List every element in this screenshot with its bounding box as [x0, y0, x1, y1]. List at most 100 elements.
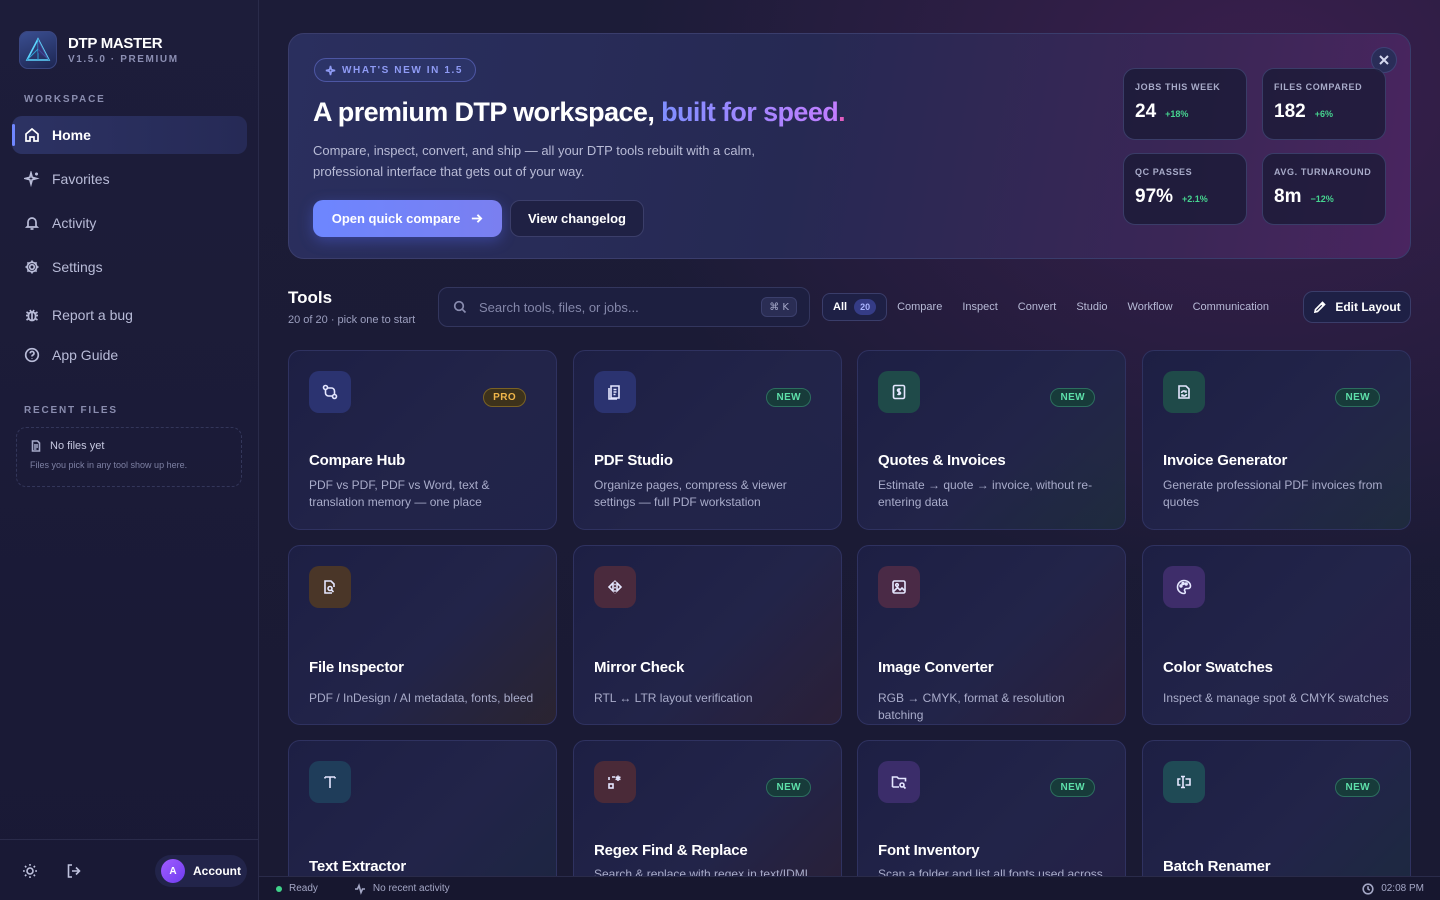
logout-icon[interactable] — [65, 862, 83, 880]
sidebar-item-home[interactable]: Home — [12, 116, 247, 154]
tool-card-quotes-invoices[interactable]: NEW Quotes & Invoices Estimate → quote → i… — [857, 350, 1126, 530]
sidebar-item-favorites[interactable]: Favorites — [12, 160, 247, 198]
card-title: PDF Studio — [594, 452, 673, 469]
document-stack-icon — [594, 371, 636, 413]
stat-value: 8m — [1274, 186, 1302, 207]
card-description: RGB → CMYK, format & resolution batching — [878, 691, 1065, 722]
status-dot — [276, 885, 282, 892]
filter-tabs: All 20 Compare Inspect Convert Studio Wo… — [822, 293, 1279, 321]
status-time: 02:08 PM — [1381, 883, 1424, 894]
gear-icon — [24, 259, 40, 275]
card-description: Scan a folder and list all fonts used ac… — [878, 867, 1103, 876]
card-title: Invoice Generator — [1163, 452, 1288, 469]
status-bar: Ready No recent activity 02:08 PM — [259, 876, 1440, 900]
hero-title: A premium DTP workspace, built for speed… — [313, 97, 846, 128]
open-quick-compare-button[interactable]: Open quick compare — [313, 200, 502, 237]
filter-workflow[interactable]: Workflow — [1118, 293, 1183, 321]
recent-files-label: RECENT FILES — [24, 405, 118, 416]
text-icon — [309, 761, 351, 803]
sparkle-icon — [24, 171, 40, 187]
card-description: RTL ↔ LTR layout verification — [594, 691, 753, 705]
card-description: Estimate → quote → invoice, without re-e… — [878, 478, 1093, 509]
tool-card-regex-find-replace[interactable]: NEW Regex Find & Replace Search & replace … — [573, 740, 842, 876]
card-title: File Inspector — [309, 659, 404, 676]
tool-card-file-inspector[interactable]: File Inspector PDF / InDesign / AI metada… — [288, 545, 557, 725]
card-description: PDF / InDesign / AI metadata, fonts, ble… — [309, 691, 534, 705]
tool-card-image-converter[interactable]: Image Converter RGB → CMYK, format & reso… — [857, 545, 1126, 725]
card-badge: PRO — [483, 388, 526, 407]
sidebar: DTP MASTER V1.5.0 · PREMIUM WORKSPACE Ho… — [0, 0, 259, 900]
filter-compare[interactable]: Compare — [887, 293, 952, 321]
clock-icon — [1362, 882, 1374, 895]
regex-icon — [594, 761, 636, 803]
tools-heading: Tools — [288, 288, 333, 307]
hero-description: Compare, inspect, convert, and ship — al… — [313, 143, 755, 179]
tool-card-mirror-check[interactable]: Mirror Check RTL ↔ LTR layout verificatio… — [573, 545, 842, 725]
stat-label: AVG. TURNAROUND — [1274, 167, 1372, 177]
stat-jobs-this-week: JOBS THIS WEEK 24 +18% — [1123, 68, 1247, 140]
filter-convert[interactable]: Convert — [1008, 293, 1067, 321]
folder-search-icon — [878, 761, 920, 803]
hero-title-end: . — [838, 97, 846, 127]
account-button[interactable]: A Account — [155, 855, 247, 887]
filter-communication[interactable]: Communication — [1183, 293, 1279, 321]
recent-files-empty: No files yet Files you pick in any tool … — [16, 427, 242, 487]
account-label: Account — [193, 864, 241, 878]
sidebar-item-label: Report a bug — [52, 307, 133, 323]
card-description: Inspect & manage spot & CMYK swatches — [1163, 691, 1389, 705]
mirror-icon — [594, 566, 636, 608]
tool-card-text-extractor[interactable]: Text Extractor — [288, 740, 557, 876]
tools-search[interactable]: ⌘ K — [438, 287, 810, 327]
avatar: A — [161, 859, 185, 883]
recent-empty-title: No files yet — [50, 440, 105, 452]
sidebar-item-app-guide[interactable]: App Guide — [12, 336, 247, 374]
stat-value: 24 — [1135, 101, 1157, 122]
dollar-document-icon — [878, 371, 920, 413]
stat-label: FILES COMPARED — [1274, 82, 1363, 92]
filter-studio[interactable]: Studio — [1066, 293, 1117, 321]
card-title: Image Converter — [878, 659, 994, 676]
tool-card-compare-hub[interactable]: PRO Compare Hub PDF vs PDF, PDF vs Word, t… — [288, 350, 557, 530]
hero-title-start: A premium DTP workspace, — [313, 97, 662, 127]
file-search-icon — [309, 566, 351, 608]
sidebar-item-report-bug[interactable]: Report a bug — [12, 296, 247, 334]
brand[interactable]: DTP MASTER V1.5.0 · PREMIUM — [19, 31, 179, 69]
whats-new-pill: WHAT'S NEW IN 1.5 — [314, 58, 477, 82]
pencil-icon — [1314, 301, 1327, 314]
count-badge: 20 — [854, 299, 877, 315]
card-badge: NEW — [766, 388, 811, 407]
sidebar-item-settings[interactable]: Settings — [12, 248, 247, 286]
brand-name: DTP MASTER — [68, 35, 163, 52]
tool-card-color-swatches[interactable]: Color Swatches Inspect & manage spot & CM… — [1142, 545, 1411, 725]
filter-all[interactable]: All 20 — [822, 293, 888, 321]
card-badge: NEW — [1050, 778, 1095, 797]
palette-icon — [1163, 566, 1205, 608]
refresh-document-icon — [1163, 371, 1205, 413]
help-circle-icon — [24, 347, 40, 363]
card-title: Mirror Check — [594, 659, 685, 676]
whats-new-pill-label: WHAT'S NEW IN 1.5 — [342, 64, 464, 76]
sidebar-item-label: Activity — [52, 215, 97, 231]
bug-icon — [24, 307, 40, 323]
sidebar-footer: A Account — [0, 839, 258, 900]
open-quick-compare-label: Open quick compare — [331, 211, 461, 226]
card-badge: NEW — [1335, 388, 1380, 407]
sidebar-item-activity[interactable]: Activity — [12, 204, 247, 242]
stat-delta: +2.1% — [1182, 194, 1208, 204]
view-changelog-button[interactable]: View changelog — [510, 200, 644, 237]
tool-card-font-inventory[interactable]: NEW Font Inventory Scan a folder and list … — [857, 740, 1126, 876]
filter-inspect[interactable]: Inspect — [952, 293, 1007, 321]
search-input[interactable] — [479, 299, 762, 315]
card-description: Generate professional PDF invoices from … — [1163, 478, 1383, 509]
stat-delta: −12% — [1310, 194, 1334, 204]
tool-card-invoice-generator[interactable]: NEW Invoice Generator Generate professiona… — [1142, 350, 1411, 530]
sun-icon[interactable] — [21, 862, 39, 880]
recent-empty-hint: Files you pick in any tool show up here. — [30, 460, 188, 470]
edit-layout-button[interactable]: Edit Layout — [1303, 291, 1411, 323]
tool-card-batch-renamer[interactable]: NEW Batch Renamer — [1142, 740, 1411, 876]
filter-label: All — [833, 301, 848, 313]
whats-new-banner: WHAT'S NEW IN 1.5 A premium DTP workspac… — [288, 33, 1411, 259]
sidebar-item-label: Favorites — [52, 171, 110, 187]
card-badge: NEW — [1335, 778, 1380, 797]
tool-card-pdf-studio[interactable]: NEW PDF Studio Organize pages, compress & … — [573, 350, 842, 530]
